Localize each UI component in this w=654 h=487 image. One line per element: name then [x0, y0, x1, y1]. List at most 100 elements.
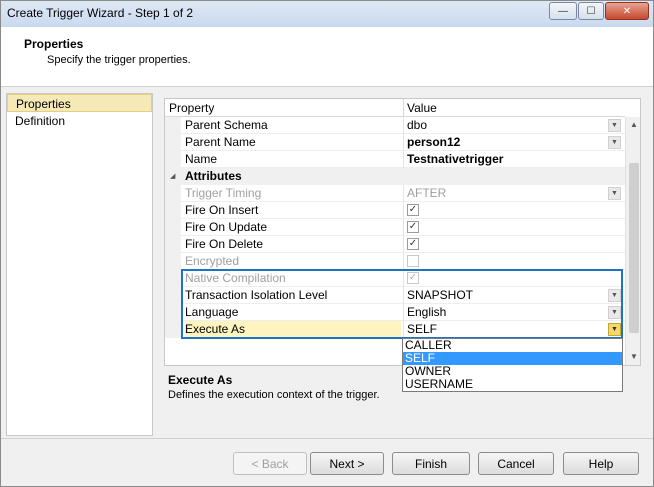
maximize-icon: ☐ [586, 5, 596, 17]
dropdown-arrow-icon[interactable]: ▼ [608, 119, 621, 132]
property-value[interactable]: SELF [407, 321, 603, 338]
value-column-header: Value [407, 101, 437, 115]
scroll-up-icon[interactable]: ▲ [628, 119, 640, 131]
collapse-icon[interactable]: ◢ [170, 168, 175, 185]
dropdown-arrow-icon[interactable]: ▼ [608, 136, 621, 149]
grid-header: Property Value [165, 99, 625, 117]
column-separator [403, 99, 404, 117]
dropdown-option-caller[interactable]: CALLER [403, 339, 622, 352]
property-name: Parent Schema [185, 118, 268, 132]
row-gutter [165, 287, 181, 304]
maximize-button[interactable]: ☐ [578, 2, 604, 20]
property-row-transaction-isolation-level[interactable]: Transaction Isolation Level SNAPSHOT ▼ [165, 287, 625, 304]
property-row-fire-on-insert[interactable]: Fire On Insert ✓ [165, 202, 625, 219]
grid-rows: Parent Schema dbo ▼ Parent Name person12 ▼ Nam… [165, 117, 625, 338]
property-name: Fire On Update [185, 220, 268, 234]
finish-button[interactable]: Finish [392, 452, 470, 475]
title-bar: Create Trigger Wizard - Step 1 of 2 — ☐ … [1, 1, 653, 27]
row-gutter [165, 185, 181, 202]
property-row-encrypted[interactable]: Encrypted [165, 253, 625, 270]
row-gutter [165, 219, 181, 236]
description-text: Defines the execution context of the tri… [168, 389, 380, 401]
property-name: Native Compilation [185, 271, 286, 285]
property-name: Attributes [185, 169, 242, 183]
row-gutter [165, 321, 181, 338]
cell-separator [403, 202, 404, 219]
scroll-down-icon[interactable]: ▼ [628, 351, 640, 363]
property-grid: Property Value Parent Schema dbo ▼ Parent N… [164, 98, 641, 366]
property-name: Name [185, 152, 218, 166]
nav-item-properties[interactable]: Properties [7, 94, 152, 112]
checkbox[interactable]: ✓ [407, 204, 419, 216]
wizard-nav: Properties Definition [6, 93, 153, 436]
nav-item-definition[interactable]: Definition [7, 112, 152, 130]
close-icon: ✕ [622, 5, 632, 17]
scroll-thumb[interactable] [629, 163, 639, 333]
dropdown-arrow-icon[interactable]: ▼ [608, 306, 621, 319]
row-gutter [165, 304, 181, 321]
help-button[interactable]: Help [563, 452, 639, 475]
property-row-parent-schema[interactable]: Parent Schema dbo ▼ [165, 117, 625, 134]
close-button[interactable]: ✕ [605, 2, 649, 20]
property-row-native-compilation[interactable]: Native Compilation ✓ [165, 270, 625, 287]
cell-separator [403, 236, 404, 253]
window-title: Create Trigger Wizard - Step 1 of 2 [7, 6, 194, 20]
property-name: Trigger Timing [185, 186, 262, 200]
property-value[interactable]: Testnativetrigger [407, 151, 603, 168]
row-gutter [165, 117, 181, 134]
row-gutter [165, 236, 181, 253]
property-name: Language [185, 305, 239, 319]
cell-separator [403, 219, 404, 236]
property-value: AFTER [407, 186, 447, 200]
property-column-header: Property [169, 101, 215, 115]
cell-separator [403, 304, 404, 321]
dropdown-arrow-icon: ▼ [608, 187, 621, 200]
checkbox [407, 255, 419, 267]
next-button[interactable]: Next > [310, 452, 384, 475]
cancel-button[interactable]: Cancel [478, 452, 554, 475]
back-button[interactable]: < Back [233, 452, 307, 475]
property-name: Encrypted [185, 254, 240, 268]
row-gutter [165, 151, 181, 168]
property-row-attributes[interactable]: ◢ Attributes [165, 168, 625, 185]
property-name: Transaction Isolation Level [185, 288, 328, 302]
dropdown-arrow-icon[interactable]: ▼ [608, 323, 621, 336]
dropdown-arrow-icon[interactable]: ▼ [608, 289, 621, 302]
property-row-fire-on-update[interactable]: Fire On Update ✓ [165, 219, 625, 236]
cell-separator [403, 151, 404, 168]
cell-separator [403, 287, 404, 304]
cell-separator [403, 185, 404, 202]
property-row-language[interactable]: Language English ▼ [165, 304, 625, 321]
row-gutter [165, 134, 181, 151]
checkbox: ✓ [407, 272, 419, 284]
cell-separator [403, 117, 404, 134]
cell-separator [403, 270, 404, 287]
row-gutter [165, 202, 181, 219]
page-subtitle: Specify the trigger properties. [47, 54, 191, 66]
wizard-header: Properties Specify the trigger propertie… [1, 27, 653, 87]
property-name: Parent Name [185, 135, 256, 149]
cell-separator [403, 253, 404, 270]
minimize-icon: — [558, 5, 568, 17]
property-name: Fire On Delete [185, 237, 264, 251]
cell-separator [403, 134, 404, 151]
property-row-trigger-timing[interactable]: Trigger Timing AFTER ▼ [165, 185, 625, 202]
property-row-parent-name[interactable]: Parent Name person12 ▼ [165, 134, 625, 151]
minimize-button[interactable]: — [549, 2, 577, 20]
execute-as-dropdown-list[interactable]: CALLER SELF OWNER USERNAME [402, 338, 623, 392]
property-value[interactable]: dbo [407, 117, 603, 134]
wizard-window: Create Trigger Wizard - Step 1 of 2 — ☐ … [0, 0, 654, 487]
property-row-name[interactable]: Name Testnativetrigger [165, 151, 625, 168]
property-row-execute-as[interactable]: Execute As SELF ▼ [165, 321, 625, 338]
property-value[interactable]: English [407, 304, 603, 321]
dropdown-option-username[interactable]: USERNAME [403, 378, 622, 391]
checkbox[interactable]: ✓ [407, 221, 419, 233]
wizard-footer: < Back Next > Finish Cancel Help [1, 438, 653, 486]
property-value[interactable]: person12 [407, 134, 603, 151]
grid-scrollbar[interactable]: ▲ ▼ [625, 117, 640, 365]
cell-separator [403, 321, 404, 338]
row-gutter [165, 253, 181, 270]
checkbox[interactable]: ✓ [407, 238, 419, 250]
property-value[interactable]: SNAPSHOT [407, 287, 603, 304]
property-row-fire-on-delete[interactable]: Fire On Delete ✓ [165, 236, 625, 253]
